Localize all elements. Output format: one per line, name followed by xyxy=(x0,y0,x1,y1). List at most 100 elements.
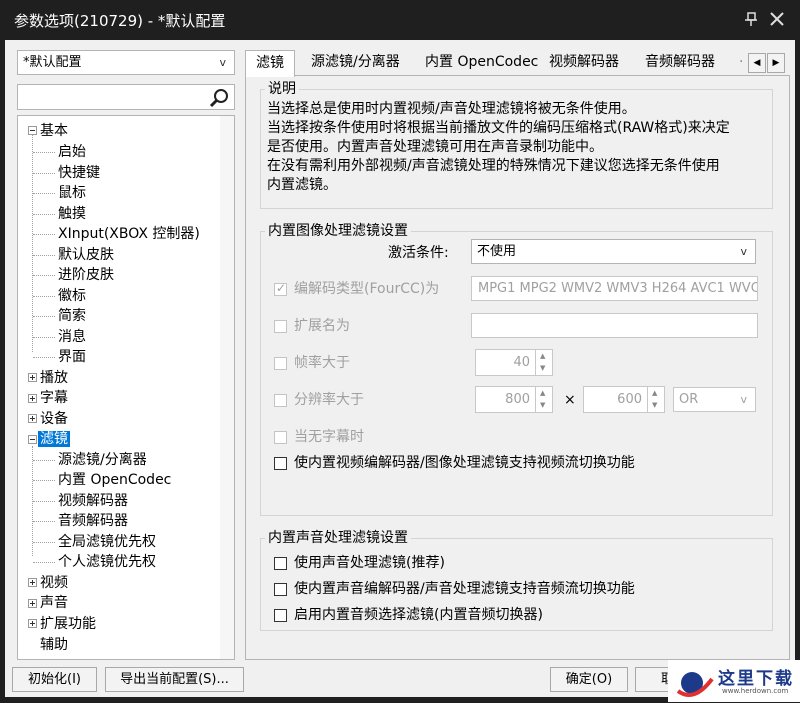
collapse-icon[interactable] xyxy=(28,435,37,444)
resolution-width-value: 800 xyxy=(505,392,530,407)
tab-scroll-left-icon[interactable]: ◀ xyxy=(748,53,766,73)
tree-item-basic[interactable]: 基本 xyxy=(40,122,68,140)
tab-audio-decoder[interactable]: 音频解码器 xyxy=(641,50,719,76)
tree-item-video[interactable]: 视频 xyxy=(40,574,68,592)
expand-icon[interactable] xyxy=(28,414,37,423)
title-bar: 参数选项(210729) - *默认配置 xyxy=(0,0,800,40)
resolution-operator-select[interactable]: OR v xyxy=(673,387,756,412)
watermark-logo: 这里下载 www.herdown.com xyxy=(668,660,800,702)
profile-select[interactable]: *默认配置 v xyxy=(17,50,235,75)
tab-overflow[interactable]: · xyxy=(735,50,747,76)
description-line: 是否使用。内置声音处理滤镜可用在声音录制功能中。 xyxy=(267,139,603,155)
description-line: 当选择总是使用时内置视频/声音处理滤镜将被无条件使用。 xyxy=(267,101,636,117)
watermark-swoosh-icon xyxy=(674,665,714,699)
tree-item-extension[interactable]: 扩展功能 xyxy=(40,615,96,633)
ok-button[interactable]: 确定(O) xyxy=(550,667,628,692)
tree-item-assist[interactable]: 辅助 xyxy=(40,636,68,654)
tree-item-start[interactable]: 启始 xyxy=(58,143,86,161)
tree-item-source-filter[interactable]: 源滤镜/分离器 xyxy=(58,451,147,469)
expand-icon[interactable] xyxy=(28,599,37,608)
tree-item-xinput[interactable]: XInput(XBOX 控制器) xyxy=(58,225,200,243)
watermark-url: www.herdown.com xyxy=(722,687,789,695)
description-line: 在没有需利用外部视频/声音滤镜处理的特殊情况下建议您选择无条件使用 xyxy=(267,158,720,174)
resolution-checkbox[interactable] xyxy=(274,394,287,407)
settings-tree[interactable]: 基本 启始 快捷键 鼠标 触摸 XInput(XBOX 控制器) 默认皮肤 进阶… xyxy=(17,115,235,660)
filter-panel: 说明 当选择总是使用时内置视频/声音处理滤镜将被无条件使用。 当选择按条件使用时… xyxy=(245,75,790,660)
tab-video-decoder[interactable]: 视频解码器 xyxy=(545,50,623,76)
tree-item-index[interactable]: 简索 xyxy=(58,307,86,325)
tab-source-filter[interactable]: 源滤镜/分离器 xyxy=(307,50,404,76)
tree-item-opencodec[interactable]: 内置 OpenCodec xyxy=(58,471,171,489)
search-icon[interactable] xyxy=(209,87,231,109)
spin-arrows-icon[interactable] xyxy=(535,387,552,412)
audio-selector-checkbox[interactable] xyxy=(274,609,287,622)
init-button[interactable]: 初始化(I) xyxy=(12,667,97,692)
tree-item-device[interactable]: 设备 xyxy=(40,410,68,428)
audio-stream-switch-checkbox[interactable] xyxy=(274,583,287,596)
description-line: 内置滤镜。 xyxy=(267,177,337,193)
use-audio-filter-checkbox[interactable] xyxy=(274,557,287,570)
close-icon[interactable] xyxy=(768,9,786,29)
extension-checkbox[interactable] xyxy=(274,320,287,333)
tree-item-mouse[interactable]: 鼠标 xyxy=(58,184,86,202)
expand-icon[interactable] xyxy=(28,578,37,587)
description-line: 当选择按条件使用时将根据当前播放文件的编码压缩格式(RAW格式)来决定 xyxy=(267,120,730,136)
video-stream-switch-checkbox[interactable] xyxy=(274,457,287,470)
tree-item-global-priority[interactable]: 全局滤镜优先权 xyxy=(58,533,156,551)
framerate-checkbox[interactable] xyxy=(274,357,287,370)
extension-field[interactable] xyxy=(471,313,758,338)
activation-label: 激活条件: xyxy=(388,245,449,261)
expand-icon[interactable] xyxy=(28,619,37,628)
video-filter-title: 内置图像处理滤镜设置 xyxy=(265,223,411,239)
no-subtitle-label: 当无字幕时 xyxy=(294,429,364,445)
tree-item-audio-decoder[interactable]: 音频解码器 xyxy=(58,512,128,530)
window-title: 参数选项(210729) - *默认配置 xyxy=(14,12,226,30)
tree-item-touch[interactable]: 触摸 xyxy=(58,205,86,223)
tree-item-play[interactable]: 播放 xyxy=(40,369,68,387)
activation-select-value: 不使用 xyxy=(477,244,517,259)
tree-item-interface[interactable]: 界面 xyxy=(58,348,86,366)
spin-arrows-icon[interactable] xyxy=(647,387,664,412)
tree-item-logo[interactable]: 徽标 xyxy=(58,287,86,305)
fourcc-field[interactable]: MPG1 MPG2 WMV2 WMV3 H264 AVC1 WVC1 xyxy=(471,276,758,301)
search-input[interactable] xyxy=(17,84,235,110)
tab-filter[interactable]: 滤镜 xyxy=(245,50,295,77)
tree-item-messages[interactable]: 消息 xyxy=(58,328,86,346)
description-title: 说明 xyxy=(265,81,299,97)
fourcc-checkbox[interactable]: ✓ xyxy=(274,281,287,296)
tree-item-filter[interactable]: 滤镜 xyxy=(38,430,70,448)
chevron-down-icon: v xyxy=(740,245,747,258)
resolution-height-value: 600 xyxy=(617,392,642,407)
chevron-down-icon: v xyxy=(219,56,226,69)
use-audio-filter-label: 使用声音处理滤镜(推荐) xyxy=(294,555,445,571)
spin-arrows-icon[interactable] xyxy=(535,350,552,375)
tree-item-advanced-skin[interactable]: 进阶皮肤 xyxy=(58,266,114,284)
tree-scrollbar[interactable] xyxy=(220,116,234,659)
video-stream-switch-label: 使内置视频编解码器/图像处理滤镜支持视频流切换功能 xyxy=(294,455,635,471)
tab-bar: 滤镜 源滤镜/分离器 内置 OpenCodec 视频解码器 音频解码器 · ◀ … xyxy=(245,50,790,77)
profile-select-value: *默认配置 xyxy=(23,55,82,70)
pin-icon[interactable] xyxy=(742,9,760,29)
tree-item-subtitle[interactable]: 字幕 xyxy=(40,389,68,407)
tree-item-hotkeys[interactable]: 快捷键 xyxy=(58,164,100,182)
resolution-label: 分辨率大于 xyxy=(294,392,364,408)
tree-item-video-decoder[interactable]: 视频解码器 xyxy=(58,492,128,510)
extension-label: 扩展名为 xyxy=(294,318,350,334)
tree-item-personal-priority[interactable]: 个人滤镜优先权 xyxy=(58,553,156,571)
audio-stream-switch-label: 使内置声音编解码器/声音处理滤镜支持音频流切换功能 xyxy=(294,581,635,597)
tab-scroll-right-icon[interactable]: ▶ xyxy=(767,53,785,73)
resolution-width-stepper[interactable]: 800 xyxy=(475,386,553,413)
times-sign: × xyxy=(564,392,576,408)
expand-icon[interactable] xyxy=(28,394,37,403)
no-subtitle-checkbox[interactable] xyxy=(274,431,287,444)
framerate-stepper[interactable]: 40 xyxy=(475,349,553,376)
export-config-button[interactable]: 导出当前配置(S)... xyxy=(105,667,244,692)
expand-icon[interactable] xyxy=(28,373,37,382)
framerate-label: 帧率大于 xyxy=(294,355,350,371)
activation-select[interactable]: 不使用 v xyxy=(471,239,756,264)
collapse-icon[interactable] xyxy=(28,126,37,135)
resolution-height-stepper[interactable]: 600 xyxy=(583,386,665,413)
tree-item-default-skin[interactable]: 默认皮肤 xyxy=(58,246,114,264)
tree-item-audio[interactable]: 声音 xyxy=(40,594,68,612)
tab-opencodec[interactable]: 内置 OpenCodec xyxy=(421,50,542,76)
